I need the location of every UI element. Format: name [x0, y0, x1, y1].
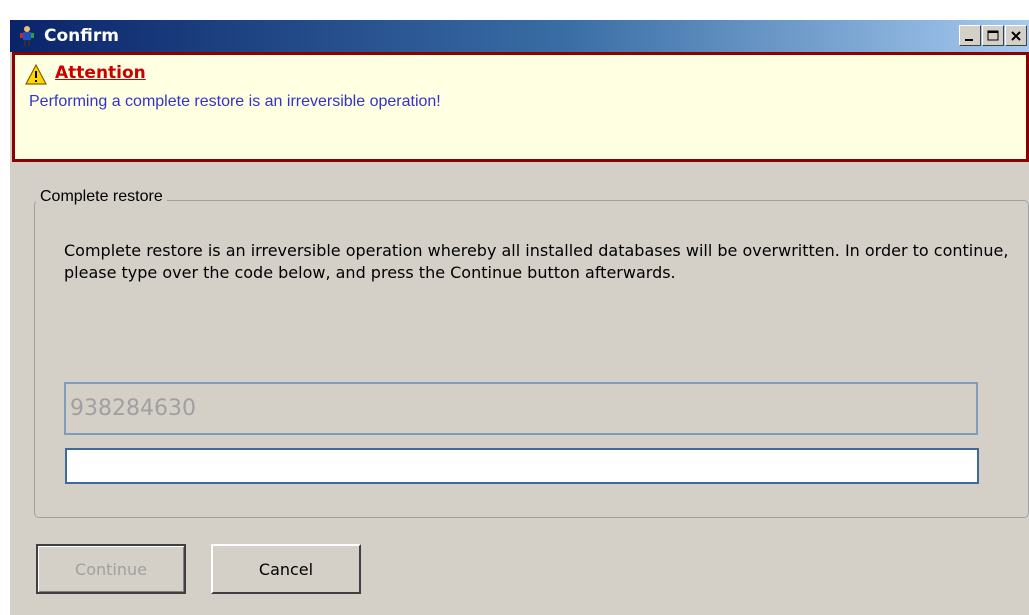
attention-banner: Attention Performing a complete restore … [12, 52, 1029, 162]
confirmation-code-input[interactable] [65, 448, 979, 484]
confirmation-code-display: 938284630 [64, 382, 978, 435]
attention-message: Performing a complete restore is an irre… [29, 93, 441, 110]
restore-description: Complete restore is an irreversible oper… [64, 241, 1009, 282]
close-button[interactable] [1005, 25, 1027, 46]
close-icon [1011, 31, 1021, 41]
maximize-button[interactable] [982, 25, 1004, 46]
continue-button[interactable]: Continue [36, 544, 186, 594]
minimize-icon [965, 39, 973, 41]
maximize-icon [987, 30, 999, 41]
title-bar[interactable]: Confirm [10, 20, 1029, 52]
app-person-icon [16, 25, 38, 47]
window-title: Confirm [44, 26, 119, 46]
cancel-button[interactable]: Cancel [211, 544, 361, 594]
warning-icon [25, 63, 47, 85]
confirm-dialog: Confirm Attention Performing a complete … [10, 20, 1029, 615]
attention-title: Attention [55, 63, 146, 83]
groupbox-legend: Complete restore [36, 188, 167, 206]
minimize-button[interactable] [959, 25, 981, 46]
